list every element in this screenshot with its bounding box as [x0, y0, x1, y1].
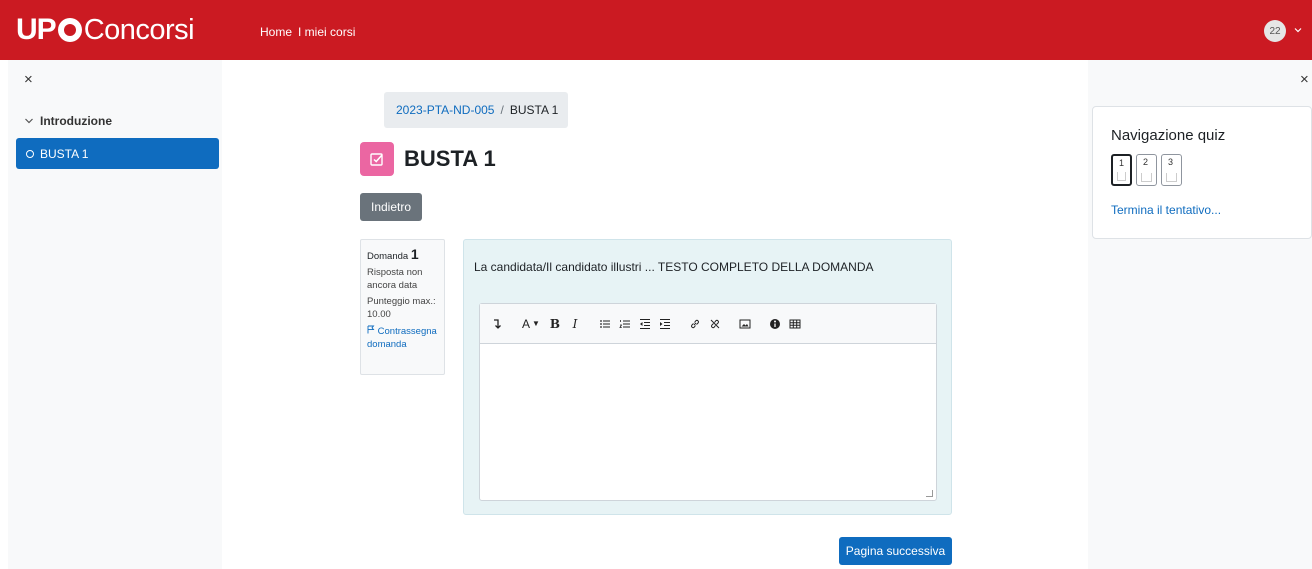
- quiz-navigation-drawer: × Navigazione quiz 1 2 3 Termina il tent…: [1088, 60, 1312, 569]
- quiz-question-button-1[interactable]: 1: [1111, 154, 1132, 186]
- quiz-icon: [360, 142, 394, 176]
- ordered-list-icon[interactable]: [616, 313, 634, 335]
- italic-icon[interactable]: I: [566, 313, 584, 335]
- unordered-list-icon[interactable]: [596, 313, 614, 335]
- page-header: BUSTA 1: [360, 142, 496, 176]
- question-info-panel: Domanda 1 Risposta non ancora data Punte…: [360, 239, 445, 375]
- circle-icon: [26, 149, 34, 158]
- user-avatar[interactable]: 22: [1264, 20, 1286, 42]
- logo-up-text: UP: [16, 13, 57, 46]
- section-introduzione[interactable]: Introduzione: [24, 114, 112, 128]
- question-number-value: 1: [410, 246, 419, 262]
- table-icon[interactable]: [786, 313, 804, 335]
- quiz-navigation-block: Navigazione quiz 1 2 3 Termina il tentat…: [1092, 106, 1312, 239]
- breadcrumb-current: BUSTA 1: [509, 103, 559, 117]
- question-content: La candidata/Il candidato illustri ... T…: [463, 239, 952, 515]
- unlink-icon[interactable]: [706, 313, 724, 335]
- top-navbar: UP Concorsi Home I miei corsi 22: [0, 0, 1312, 60]
- accessibility-icon[interactable]: [766, 313, 784, 335]
- editor-resize-handle[interactable]: [926, 490, 933, 497]
- close-quiz-drawer-icon[interactable]: ×: [1300, 72, 1309, 87]
- question-max-score: Punteggio max.: 10.00: [367, 295, 438, 321]
- flag-question-label: Contrassegna domanda: [367, 326, 437, 350]
- breadcrumb: 2023-PTA-ND-005 / BUSTA 1: [384, 92, 568, 128]
- arrow-down-icon[interactable]: [488, 313, 506, 335]
- quiz-navigation-title: Navigazione quiz: [1111, 127, 1226, 144]
- quiz-question-button-2[interactable]: 2: [1136, 154, 1157, 186]
- flag-question-link[interactable]: Contrassegna domanda: [367, 325, 438, 351]
- course-index-item-busta-1[interactable]: BUSTA 1: [16, 138, 219, 169]
- breadcrumb-separator: /: [500, 103, 504, 117]
- quiz-question-button-3[interactable]: 3: [1161, 154, 1182, 186]
- nav-home[interactable]: Home: [260, 25, 292, 39]
- max-score-value: 10.00: [367, 309, 391, 320]
- course-index-item-label: BUSTA 1: [40, 146, 89, 161]
- breadcrumb-course-link[interactable]: 2023-PTA-ND-005: [396, 103, 494, 117]
- section-title-label: Introduzione: [40, 114, 112, 128]
- question-label: Domanda: [367, 251, 409, 262]
- outdent-icon[interactable]: [636, 313, 654, 335]
- logo-seal-icon: [57, 18, 82, 42]
- site-logo[interactable]: UP Concorsi: [16, 12, 195, 48]
- finish-attempt-link[interactable]: Termina il tentativo...: [1111, 203, 1221, 217]
- logo-concorsi-text: Concorsi: [83, 13, 195, 46]
- indent-icon[interactable]: [656, 313, 674, 335]
- question-number: Domanda 1: [367, 246, 438, 263]
- font-color-icon[interactable]: A ▼: [518, 313, 544, 335]
- nav-my-courses[interactable]: I miei corsi: [298, 25, 355, 39]
- editor-toolbar: A ▼ B I: [480, 304, 936, 344]
- question-text: La candidata/Il candidato illustri ... T…: [474, 260, 874, 274]
- primary-navigation: Home I miei corsi: [260, 25, 355, 39]
- max-score-label: Punteggio max.:: [367, 296, 436, 307]
- question-status: Risposta non ancora data: [367, 267, 423, 291]
- image-icon[interactable]: [736, 313, 754, 335]
- chevron-down-icon[interactable]: [24, 116, 34, 126]
- bold-icon[interactable]: B: [546, 313, 564, 335]
- course-index-drawer: × Introduzione BUSTA 1: [8, 60, 222, 569]
- next-page-button[interactable]: Pagina successiva: [839, 537, 952, 565]
- flag-icon: [367, 325, 375, 334]
- answer-editor[interactable]: A ▼ B I: [479, 303, 937, 501]
- question-buttons: 1 2 3: [1111, 154, 1182, 186]
- link-icon[interactable]: [686, 313, 704, 335]
- chevron-down-icon[interactable]: [1294, 26, 1302, 34]
- back-button[interactable]: Indietro: [360, 193, 422, 221]
- page-title: BUSTA 1: [404, 146, 496, 171]
- close-course-index-icon[interactable]: ×: [24, 72, 33, 87]
